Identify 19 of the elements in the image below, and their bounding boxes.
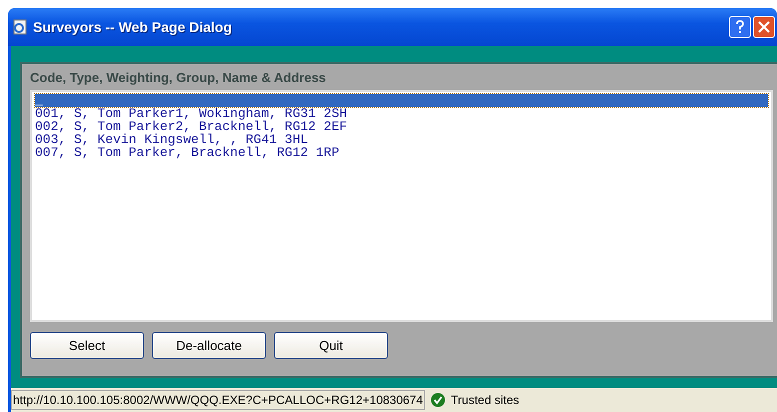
close-icon [758, 21, 770, 33]
question-mark-icon [735, 20, 745, 34]
window-title: Surveyors -- Web Page Dialog [33, 19, 232, 35]
help-button[interactable] [729, 16, 751, 38]
list-item[interactable]: 001, S, Tom Parker1, Wokingham, RG31 2SH [35, 107, 768, 120]
status-url: http://10.10.100.105:8002/WWW/QQQ.EXE?C+PCALLOC+RG12+10830674 [11, 390, 425, 410]
close-button[interactable] [753, 16, 775, 38]
list-item[interactable]: _ [35, 94, 768, 107]
check-icon [430, 393, 445, 407]
page-icon [12, 19, 28, 35]
dialog-button[interactable]: De-allocate [152, 332, 266, 359]
list-item[interactable]: 007, S, Tom Parker, Bracknell, RG12 1RP [35, 146, 768, 159]
dialog-button[interactable]: Quit [274, 332, 388, 359]
dialog-button[interactable]: Select [30, 332, 144, 359]
surveyor-listbox[interactable]: _ 001, S, Tom Parker1, Wokingham, RG31 2SH 002, S, Tom Parker2, Bracknell, RG12 2EF 003, S, Kevin Kingswell, , RG41 3HL 007, S, Tom Parker, Bracknell, RG12 1RP [30, 90, 773, 322]
list-label: Code, Type, Weighting, Group, Name & Address [30, 70, 327, 87]
zone-label: Trusted sites [450, 393, 520, 407]
list-item[interactable]: 003, S, Kevin Kingswell, , RG41 3HL [35, 133, 768, 146]
list-item[interactable]: 002, S, Tom Parker2, Bracknell, RG12 2EF [35, 120, 768, 133]
